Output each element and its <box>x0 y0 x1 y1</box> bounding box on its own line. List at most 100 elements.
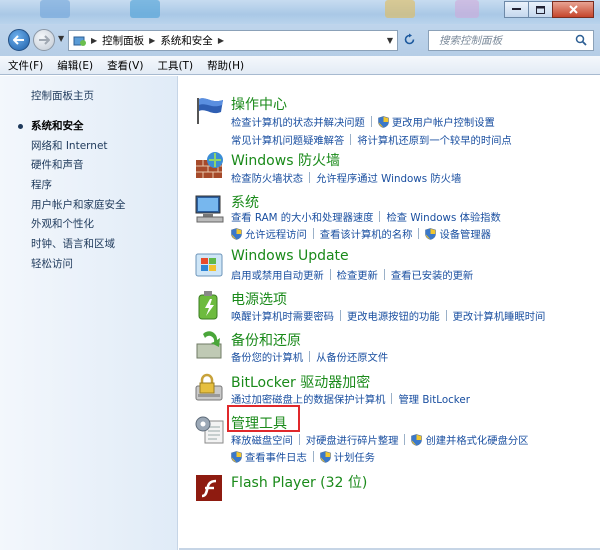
task-scheduler-link[interactable]: 计划任务 <box>319 449 375 464</box>
uac-settings-label: 更改用户帐户控制设置 <box>391 117 495 129</box>
firewall-status-link[interactable]: 检查防火墙状态 <box>231 170 303 185</box>
power-button-link[interactable]: 更改电源按钮的功能 <box>347 308 440 323</box>
separator <box>309 172 311 183</box>
sidebar-item-programs[interactable]: 程序 <box>31 177 126 197</box>
system-restore-link[interactable]: 将计算机还原到一个较早的时间点 <box>357 132 511 147</box>
event-log-label: 查看事件日志 <box>245 452 307 464</box>
back-arrow-icon <box>13 35 24 45</box>
separator <box>312 451 314 462</box>
action-center-flag-icon[interactable] <box>193 94 227 128</box>
sidebar-item-appearance[interactable]: 外观和个性化 <box>31 216 126 236</box>
encrypt-disk-link[interactable]: 通过加密磁盘上的数据保护计算机 <box>231 391 385 406</box>
highlight-annotation-box <box>227 405 300 432</box>
check-status-link[interactable]: 检查计算机的状态并解决问题 <box>231 114 365 129</box>
breadcrumb-separator: ▶ <box>91 36 98 45</box>
separator <box>350 134 352 145</box>
menu-edit[interactable]: 编辑(E) <box>57 58 93 73</box>
forward-arrow-icon <box>39 35 50 45</box>
blurred-background-icon <box>385 0 415 18</box>
flash-player-title[interactable]: Flash Player (32 位) <box>231 472 367 492</box>
backup-title[interactable]: 备份和还原 <box>231 330 301 350</box>
maximize-button[interactable] <box>528 1 553 18</box>
check-updates-link[interactable]: 检查更新 <box>337 267 378 282</box>
admin-tools-tasks-row2: 查看事件日志 计划任务 <box>231 449 375 464</box>
action-center-title[interactable]: 操作中心 <box>231 94 287 114</box>
computer-name-link[interactable]: 查看该计算机的名称 <box>320 226 413 241</box>
allow-program-link[interactable]: 允许程序通过 Windows 防火墙 <box>316 170 461 185</box>
back-button[interactable] <box>8 29 30 51</box>
restore-files-link[interactable]: 从备份还原文件 <box>316 349 388 364</box>
blurred-background-icon <box>455 0 479 18</box>
separator <box>298 434 300 445</box>
main-content: 操作中心 检查计算机的状态并解决问题 更改用户帐户控制设置 常见计算机问题疑难解… <box>179 76 600 550</box>
bitlocker-title[interactable]: BitLocker 驱动器加密 <box>231 372 370 392</box>
flash-player-icon[interactable] <box>193 472 227 506</box>
experience-index-link[interactable]: 检查 Windows 体验指数 <box>386 209 500 224</box>
address-dropdown[interactable]: ▼ <box>387 36 393 45</box>
address-bar[interactable]: ▶ 控制面板 ▶ 系统和安全 ▶ ▼ <box>68 30 398 51</box>
left-navigation-pane: 控制面板主页 系统和安全 网络和 Internet 硬件和声音 程序 用户帐户和… <box>0 76 178 550</box>
separator <box>370 116 372 127</box>
menu-help[interactable]: 帮助(H) <box>207 58 244 73</box>
menu-tools[interactable]: 工具(T) <box>157 58 193 73</box>
power-tasks-row1: 唤醒计算机时需要密码 更改电源按钮的功能 更改计算机睡眠时间 <box>231 308 545 323</box>
search-input[interactable]: 搜索控制面板 <box>428 30 594 51</box>
close-button[interactable] <box>552 1 594 18</box>
uac-shield-icon <box>319 450 331 463</box>
sidebar-item-network[interactable]: 网络和 Internet <box>31 138 126 158</box>
close-icon <box>568 5 578 14</box>
search-icon[interactable] <box>575 34 587 46</box>
defragment-link[interactable]: 对硬盘进行碎片整理 <box>306 432 399 447</box>
wake-password-link[interactable]: 唤醒计算机时需要密码 <box>231 308 334 323</box>
windows-update-icon[interactable] <box>193 248 227 282</box>
control-panel-home-link[interactable]: 控制面板主页 <box>31 88 94 103</box>
menu-file[interactable]: 文件(F) <box>8 58 43 73</box>
sleep-time-link[interactable]: 更改计算机睡眠时间 <box>453 308 546 323</box>
admin-tools-icon[interactable] <box>193 413 227 447</box>
navigation-bar: ▼ ▶ 控制面板 ▶ 系统和安全 ▶ ▼ 搜索控制面板 <box>0 24 600 56</box>
auto-update-link[interactable]: 启用或禁用自动更新 <box>231 267 324 282</box>
breadcrumb-separator: ▶ <box>149 36 156 45</box>
sidebar-item-hardware-sound[interactable]: 硬件和声音 <box>31 157 126 177</box>
bitlocker-drive-icon[interactable] <box>193 372 227 406</box>
partition-label: 创建并格式化硬盘分区 <box>425 435 529 447</box>
power-title[interactable]: 电源选项 <box>231 289 287 309</box>
blurred-background-icon <box>40 0 70 18</box>
current-category-bullet <box>18 124 23 129</box>
sidebar-item-clock-language[interactable]: 时钟、语言和区域 <box>31 236 126 256</box>
device-manager-link[interactable]: 设备管理器 <box>425 226 491 241</box>
forward-button[interactable] <box>33 29 55 51</box>
backup-restore-icon[interactable] <box>193 330 227 364</box>
breadcrumb-system-security[interactable]: 系统和安全 <box>160 33 213 48</box>
separator <box>379 211 381 222</box>
backup-computer-link[interactable]: 备份您的计算机 <box>231 349 303 364</box>
remote-access-link[interactable]: 允许远程访问 <box>231 226 307 241</box>
system-tasks-row1: 查看 RAM 的大小和处理器速度 检查 Windows 体验指数 <box>231 209 501 224</box>
refresh-icon <box>404 33 415 45</box>
sidebar-item-system-security: 系统和安全 <box>31 120 84 132</box>
device-manager-label: 设备管理器 <box>439 229 491 241</box>
disk-cleanup-link[interactable]: 释放磁盘空间 <box>231 432 293 447</box>
troubleshoot-link[interactable]: 常见计算机问题疑难解答 <box>231 132 344 147</box>
sidebar-item-ease-of-access[interactable]: 轻松访问 <box>31 256 126 276</box>
menu-view[interactable]: 查看(V) <box>107 58 143 73</box>
breadcrumb-control-panel[interactable]: 控制面板 <box>102 33 144 48</box>
system-computer-icon[interactable] <box>193 192 227 226</box>
maximize-icon <box>536 5 545 14</box>
view-ram-link[interactable]: 查看 RAM 的大小和处理器速度 <box>231 209 373 224</box>
manage-bitlocker-link[interactable]: 管理 BitLocker <box>398 391 470 406</box>
firewall-title[interactable]: Windows 防火墙 <box>231 150 340 170</box>
windows-update-title[interactable]: Windows Update <box>231 248 349 264</box>
action-center-tasks-row2: 常见计算机问题疑难解答 将计算机还原到一个较早的时间点 <box>231 132 512 147</box>
firewall-icon[interactable] <box>193 150 227 184</box>
minimize-button[interactable] <box>504 1 529 18</box>
power-options-icon[interactable] <box>193 289 227 323</box>
separator <box>445 310 447 321</box>
refresh-button[interactable] <box>403 33 416 49</box>
sidebar-item-user-accounts[interactable]: 用户帐户和家庭安全 <box>31 197 126 217</box>
installed-updates-link[interactable]: 查看已安装的更新 <box>391 267 473 282</box>
event-log-link[interactable]: 查看事件日志 <box>231 449 307 464</box>
partition-link[interactable]: 创建并格式化硬盘分区 <box>411 432 528 447</box>
recent-pages-dropdown[interactable]: ▼ <box>58 34 64 43</box>
uac-settings-link[interactable]: 更改用户帐户控制设置 <box>378 114 495 129</box>
